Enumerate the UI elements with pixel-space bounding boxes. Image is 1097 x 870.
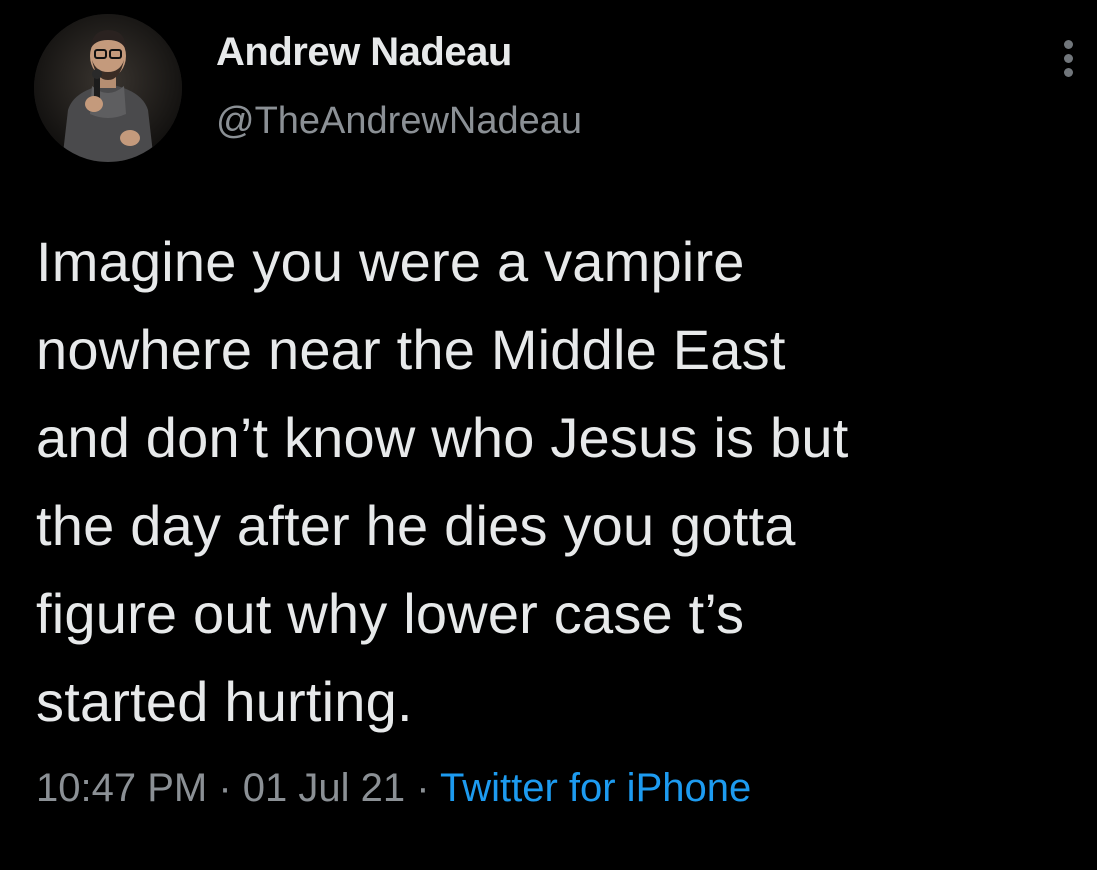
author-handle[interactable]: @TheAndrewNadeau bbox=[216, 100, 582, 143]
more-options-button[interactable] bbox=[1056, 38, 1082, 78]
tweet-text-line: and don’t know who Jesus is but bbox=[36, 406, 849, 469]
meta-separator: · bbox=[218, 766, 232, 810]
tweet: Andrew Nadeau @TheAndrewNadeau Imagine y… bbox=[0, 0, 1097, 870]
avatar[interactable] bbox=[34, 14, 182, 162]
meta-separator: · bbox=[416, 766, 430, 810]
avatar-photo bbox=[34, 14, 182, 162]
tweet-time[interactable]: 10:47 PM bbox=[36, 766, 207, 810]
author-name[interactable]: Andrew Nadeau bbox=[216, 30, 512, 75]
tweet-source-link[interactable]: Twitter for iPhone bbox=[440, 766, 751, 810]
tweet-text-line: figure out why lower case t’s bbox=[36, 582, 745, 645]
tweet-text-line: started hurting. bbox=[36, 670, 413, 733]
tweet-meta: 10:47 PM · 01 Jul 21 · Twitter for iPhon… bbox=[36, 766, 751, 811]
tweet-text-line: the day after he dies you gotta bbox=[36, 494, 796, 557]
tweet-date[interactable]: 01 Jul 21 bbox=[243, 766, 405, 810]
tweet-text-line: nowhere near the Middle East bbox=[36, 318, 786, 381]
tweet-text: Imagine you were a vampire nowhere near … bbox=[36, 218, 1086, 746]
tweet-text-line: Imagine you were a vampire bbox=[36, 230, 745, 293]
